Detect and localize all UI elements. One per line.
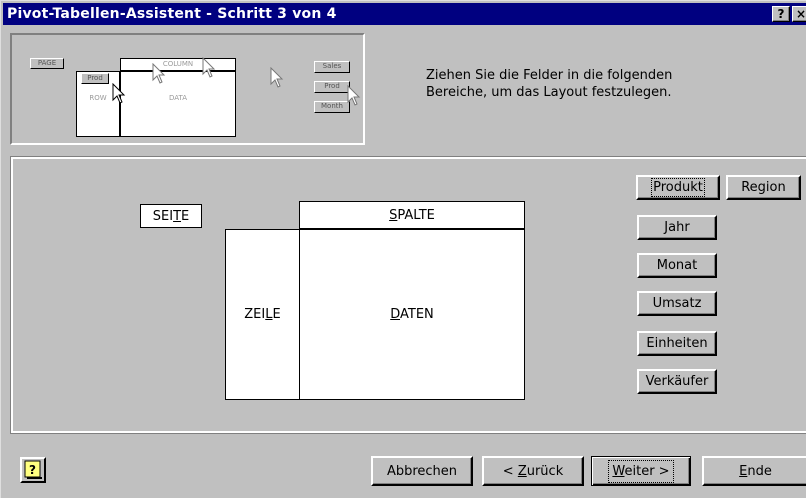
close-icon: × xyxy=(795,7,806,21)
help-title-button[interactable]: ? xyxy=(772,6,790,22)
preview-page-area: PAGE xyxy=(30,58,64,69)
back-button-label: < Zurück xyxy=(502,463,564,479)
row-drop-area[interactable]: ZEILE xyxy=(225,229,300,400)
close-button[interactable]: × xyxy=(792,6,806,22)
finish-button[interactable]: Ende xyxy=(702,456,806,486)
cancel-button-label: Abbrechen xyxy=(386,463,458,479)
column-drop-area[interactable]: SPALTE xyxy=(299,201,525,229)
layout-preview-image: PAGE COLUMN ROW DATA Prod Sales Prod Mon… xyxy=(10,33,365,145)
title-bar[interactable]: Pivot-Tabellen-Assistent - Schritt 3 von… xyxy=(3,3,806,25)
next-button-label: Weiter > xyxy=(608,459,674,483)
help-button[interactable]: ? xyxy=(20,457,46,483)
field-produkt[interactable]: Produkt xyxy=(636,175,720,200)
preview-column-area: COLUMN xyxy=(120,58,236,71)
question-icon: ? xyxy=(777,7,785,21)
instructions-line-2: Bereiche, um das Layout festzulegen. xyxy=(426,85,672,100)
column-area-label: SPALTE xyxy=(389,207,435,223)
field-jahr[interactable]: Jahr xyxy=(637,215,717,240)
back-button[interactable]: < Zurück xyxy=(482,456,584,486)
preview-prod-field: Prod xyxy=(81,73,109,84)
instructions-line-1: Ziehen Sie die Felder in die folgenden xyxy=(426,68,673,83)
window-title: Pivot-Tabellen-Assistent - Schritt 3 von… xyxy=(7,6,337,22)
page-drop-area[interactable]: SEITE xyxy=(140,204,202,228)
preview-sales-field: Sales xyxy=(314,61,350,73)
svg-text:?: ? xyxy=(29,463,36,477)
field-einheiten[interactable]: Einheiten xyxy=(637,331,717,356)
help-icon: ? xyxy=(24,460,42,479)
data-area-label: DATEN xyxy=(390,307,434,322)
data-drop-area[interactable]: DATEN xyxy=(299,229,525,400)
cancel-button[interactable]: Abbrechen xyxy=(371,456,473,486)
preview-data-area: DATA xyxy=(120,71,236,137)
next-button[interactable]: Weiter > xyxy=(591,456,691,486)
field-region[interactable]: Region xyxy=(726,175,801,200)
instructions-text: Ziehen Sie die Felder in die folgenden B… xyxy=(426,67,756,101)
row-area-label: ZEILE xyxy=(244,307,281,322)
field-monat[interactable]: Monat xyxy=(637,253,717,278)
field-umsatz[interactable]: Umsatz xyxy=(637,291,717,316)
field-verkaeufer[interactable]: Verkäufer xyxy=(637,369,717,394)
finish-button-label: Ende xyxy=(739,463,772,479)
preview-prod2-field: Prod xyxy=(314,81,350,93)
preview-month-field: Month xyxy=(314,101,350,113)
pivot-wizard-dialog: Pivot-Tabellen-Assistent - Schritt 3 von… xyxy=(0,0,806,498)
page-area-label: SEITE xyxy=(152,208,190,224)
